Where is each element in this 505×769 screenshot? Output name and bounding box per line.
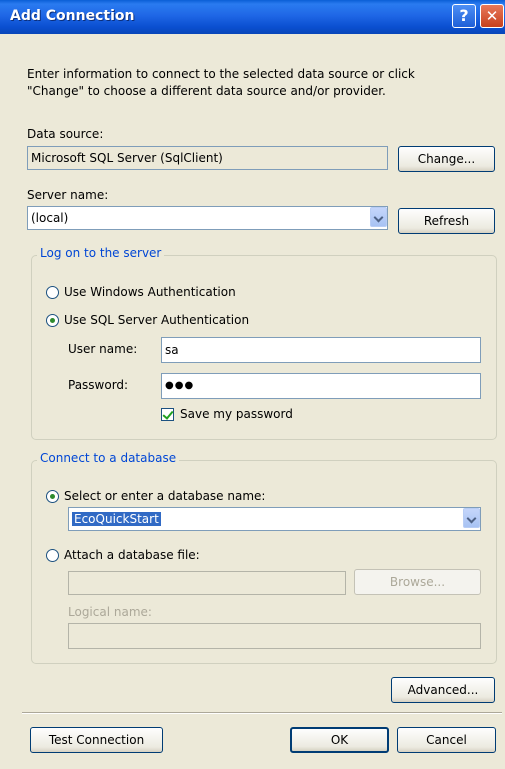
database-name-value: EcoQuickStart <box>72 512 161 526</box>
attach-file-input <box>68 571 346 595</box>
save-password-label[interactable]: Save my password <box>180 407 293 421</box>
data-source-field: Microsoft SQL Server (SqlClient) <box>27 146 388 170</box>
attach-file-label[interactable]: Attach a database file: <box>64 548 200 562</box>
logical-name-input <box>68 623 481 649</box>
password-label: Password: <box>68 378 129 392</box>
ok-button[interactable]: OK <box>290 727 389 753</box>
help-icon[interactable]: ? <box>452 4 476 28</box>
chevron-down-icon[interactable] <box>370 207 387 227</box>
select-database-label[interactable]: Select or enter a database name: <box>64 489 265 503</box>
change-button[interactable]: Change... <box>398 146 495 172</box>
intro-text-line1: Enter information to connect to the sele… <box>27 67 415 81</box>
chevron-down-icon[interactable] <box>463 508 480 528</box>
cancel-button[interactable]: Cancel <box>397 727 496 753</box>
dialog-title: Add Connection <box>10 8 135 24</box>
intro-text-line2: "Change" to choose a different data sour… <box>27 84 386 98</box>
add-connection-dialog: Add Connection ? ✕ Enter information to … <box>0 0 505 769</box>
username-input[interactable]: sa <box>161 337 481 363</box>
server-name-input[interactable]: (local) <box>27 206 388 230</box>
logical-name-label: Logical name: <box>68 605 152 619</box>
username-label: User name: <box>68 342 138 356</box>
sql-auth-radio[interactable] <box>46 314 59 327</box>
close-icon[interactable]: ✕ <box>480 4 504 28</box>
data-source-label: Data source: <box>27 127 104 141</box>
password-input[interactable]: ●●● <box>161 373 481 399</box>
database-name-input[interactable]: EcoQuickStart <box>68 507 481 531</box>
windows-auth-radio[interactable] <box>46 286 59 299</box>
title-bar[interactable]: Add Connection ? ✕ <box>0 0 505 34</box>
server-name-label: Server name: <box>27 188 109 202</box>
refresh-button[interactable]: Refresh <box>398 208 495 234</box>
database-name-combo[interactable]: EcoQuickStart <box>68 507 481 531</box>
test-connection-button[interactable]: Test Connection <box>30 727 163 753</box>
select-database-radio[interactable] <box>46 490 59 503</box>
save-password-checkbox[interactable] <box>161 408 174 421</box>
sql-auth-label[interactable]: Use SQL Server Authentication <box>64 313 249 327</box>
advanced-button[interactable]: Advanced... <box>391 677 495 703</box>
browse-button: Browse... <box>354 569 481 595</box>
logon-group-legend: Log on to the server <box>37 246 165 260</box>
database-group-legend: Connect to a database <box>37 451 180 465</box>
windows-auth-label[interactable]: Use Windows Authentication <box>64 285 236 299</box>
attach-file-radio[interactable] <box>46 549 59 562</box>
server-name-combo[interactable]: (local) <box>27 206 388 230</box>
separator <box>22 712 502 714</box>
